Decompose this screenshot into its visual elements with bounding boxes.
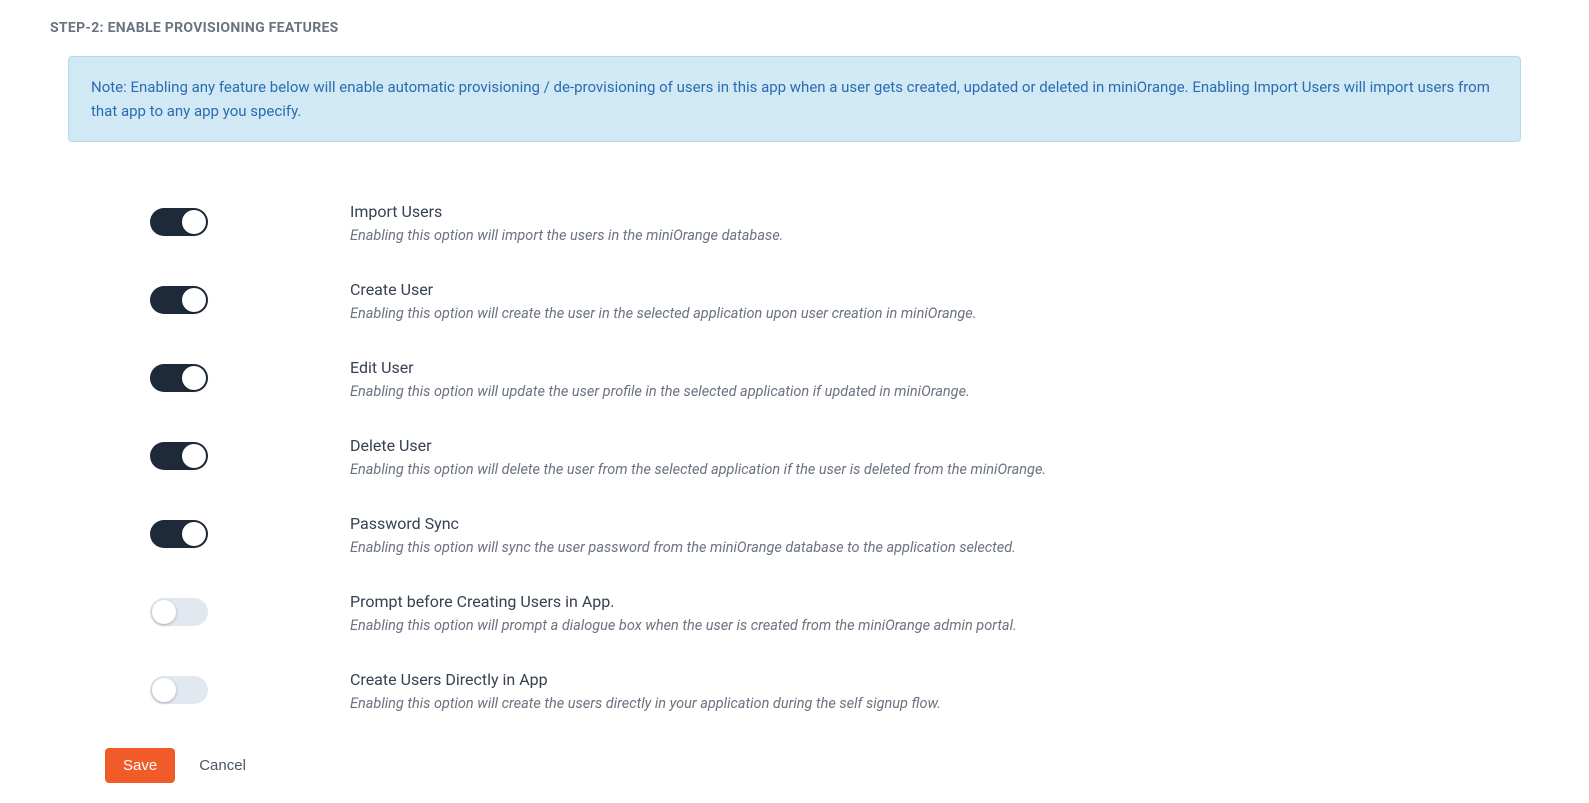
toggle-wrapper (150, 358, 350, 392)
feature-desc: Enabling this option will create the use… (350, 305, 1539, 322)
toggle-knob (152, 600, 176, 624)
toggle-create-user[interactable] (150, 286, 208, 314)
feature-title: Delete User (350, 436, 1539, 455)
feature-row-import-users: Import Users Enabling this option will i… (150, 202, 1539, 244)
feature-text: Edit User Enabling this option will upda… (350, 358, 1539, 400)
info-note: Note: Enabling any feature below will en… (68, 56, 1521, 142)
toggle-wrapper (150, 202, 350, 236)
toggle-prompt-before-creating[interactable] (150, 598, 208, 626)
feature-row-create-users-directly: Create Users Directly in App Enabling th… (150, 670, 1539, 712)
toggle-wrapper (150, 436, 350, 470)
toggle-knob (182, 288, 206, 312)
actions: Save Cancel (50, 748, 1539, 783)
features-list: Import Users Enabling this option will i… (50, 202, 1539, 712)
feature-title: Prompt before Creating Users in App. (350, 592, 1539, 611)
feature-text: Import Users Enabling this option will i… (350, 202, 1539, 244)
toggle-wrapper (150, 670, 350, 704)
feature-text: Delete User Enabling this option will de… (350, 436, 1539, 478)
toggle-knob (182, 366, 206, 390)
save-button[interactable]: Save (105, 748, 175, 783)
toggle-knob (182, 522, 206, 546)
feature-row-create-user: Create User Enabling this option will cr… (150, 280, 1539, 322)
feature-text: Password Sync Enabling this option will … (350, 514, 1539, 556)
toggle-password-sync[interactable] (150, 520, 208, 548)
toggle-edit-user[interactable] (150, 364, 208, 392)
feature-text: Create User Enabling this option will cr… (350, 280, 1539, 322)
toggle-create-users-directly[interactable] (150, 676, 208, 704)
step-title: STEP-2: ENABLE PROVISIONING FEATURES (50, 20, 1539, 36)
feature-desc: Enabling this option will sync the user … (350, 539, 1539, 556)
feature-row-prompt-before-creating: Prompt before Creating Users in App. Ena… (150, 592, 1539, 634)
feature-row-password-sync: Password Sync Enabling this option will … (150, 514, 1539, 556)
feature-desc: Enabling this option will delete the use… (350, 461, 1539, 478)
feature-title: Edit User (350, 358, 1539, 377)
feature-row-edit-user: Edit User Enabling this option will upda… (150, 358, 1539, 400)
feature-row-delete-user: Delete User Enabling this option will de… (150, 436, 1539, 478)
feature-title: Password Sync (350, 514, 1539, 533)
toggle-wrapper (150, 514, 350, 548)
toggle-delete-user[interactable] (150, 442, 208, 470)
feature-title: Import Users (350, 202, 1539, 221)
toggle-knob (182, 210, 206, 234)
feature-desc: Enabling this option will prompt a dialo… (350, 617, 1539, 634)
feature-text: Create Users Directly in App Enabling th… (350, 670, 1539, 712)
feature-desc: Enabling this option will create the use… (350, 695, 1539, 712)
feature-title: Create Users Directly in App (350, 670, 1539, 689)
cancel-button[interactable]: Cancel (199, 757, 246, 774)
toggle-import-users[interactable] (150, 208, 208, 236)
feature-desc: Enabling this option will import the use… (350, 227, 1539, 244)
toggle-wrapper (150, 280, 350, 314)
feature-text: Prompt before Creating Users in App. Ena… (350, 592, 1539, 634)
toggle-wrapper (150, 592, 350, 626)
toggle-knob (152, 678, 176, 702)
feature-title: Create User (350, 280, 1539, 299)
feature-desc: Enabling this option will update the use… (350, 383, 1539, 400)
toggle-knob (182, 444, 206, 468)
